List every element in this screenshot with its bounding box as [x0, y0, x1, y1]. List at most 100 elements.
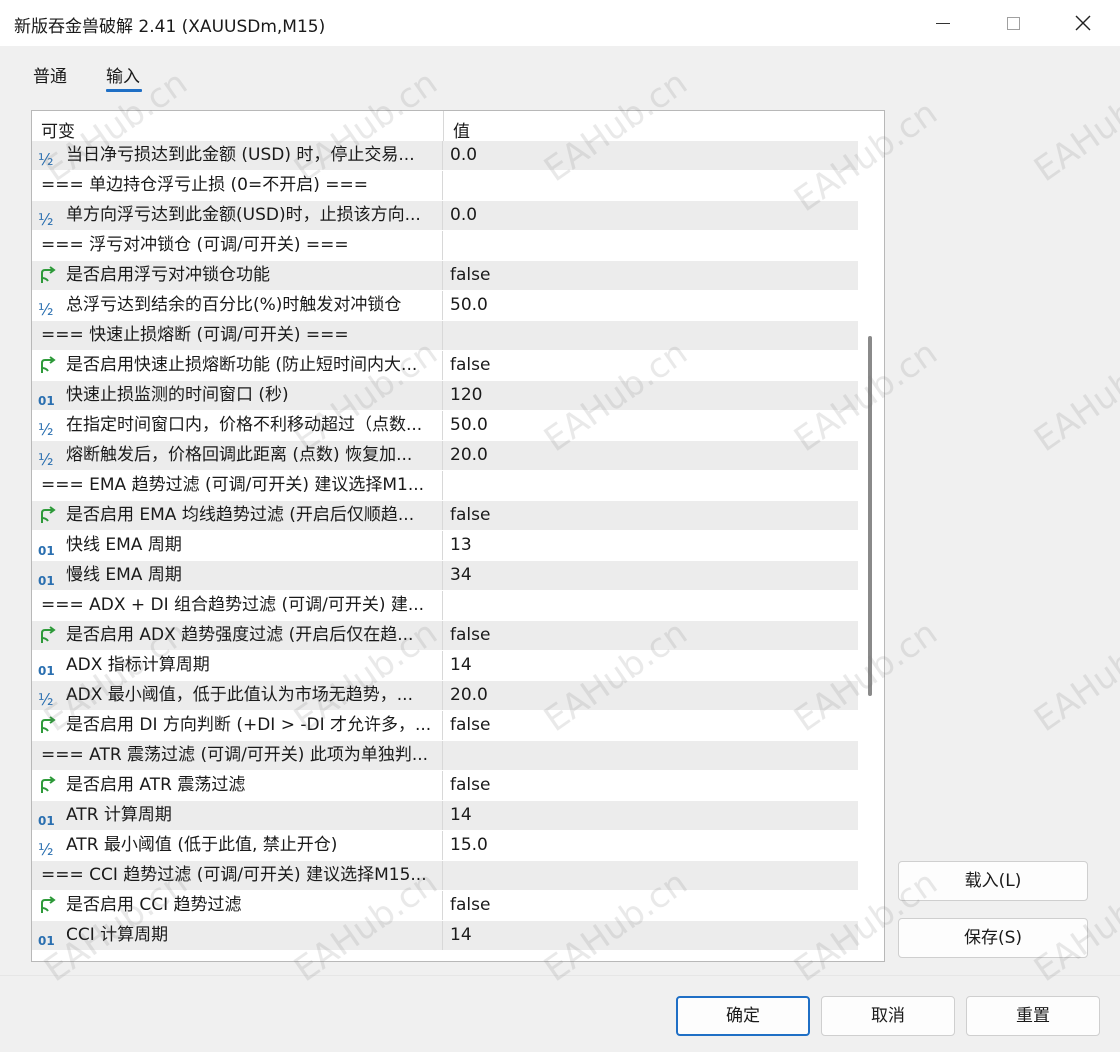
parameter-name-cell: 01 快线 EMA 周期 — [32, 531, 443, 560]
parameter-value[interactable]: 14 — [450, 651, 472, 680]
tab-inputs[interactable]: 输入 — [106, 62, 140, 87]
grid-row[interactable]: 是否启用 ATR 震荡过滤 false — [32, 771, 858, 801]
boolean-icon — [38, 716, 58, 736]
parameter-name: 熔断触发后，价格回调此距离 (点数) 恢复加... — [66, 445, 413, 465]
parameter-value[interactable]: 13 — [450, 531, 472, 560]
active-tab-indicator — [106, 89, 142, 92]
grid-section-row[interactable]: === 浮亏对冲锁仓 (可调/可开关) === — [32, 231, 858, 261]
parameter-name: 是否启用 CCI 趋势过滤 — [66, 895, 242, 915]
parameter-name-cell: ½ 熔断触发后，价格回调此距离 (点数) 恢复加... — [32, 441, 443, 470]
grid-row[interactable]: 是否启用 ADX 趋势强度过滤 (开启后仅在趋... false — [32, 621, 858, 651]
window-title: 新版吞金兽破解 2.41 (XAUUSDm,M15) — [14, 17, 326, 37]
parameter-value[interactable]: 34 — [450, 561, 472, 590]
parameter-name: 是否启用 EMA 均线趋势过滤 (开启后仅顺趋... — [66, 505, 415, 525]
parameter-value[interactable]: false — [450, 711, 490, 740]
parameter-name-cell: 01 ATR 计算周期 — [32, 801, 443, 830]
parameter-name: 总浮亏达到结余的百分比(%)时触发对冲锁仓 — [66, 295, 402, 315]
parameter-name-cell: ½ 总浮亏达到结余的百分比(%)时触发对冲锁仓 — [32, 291, 443, 320]
parameter-name-cell: 是否启用 ADX 趋势强度过滤 (开启后仅在趋... — [32, 621, 443, 650]
grid-row[interactable]: 是否启用 EMA 均线趋势过滤 (开启后仅顺趋... false — [32, 501, 858, 531]
grid-section-row[interactable]: === EMA 趋势过滤 (可调/可开关) 建议选择M1... — [32, 471, 858, 501]
watermark-text: EAHub.cn — [1027, 612, 1120, 740]
parameter-name-cell: 是否启用 DI 方向判断 (+DI > -DI 才允许多，... — [32, 711, 443, 740]
parameter-value[interactable]: false — [450, 771, 490, 800]
parameter-value[interactable]: 14 — [450, 801, 472, 830]
parameter-value[interactable]: false — [450, 621, 490, 650]
load-button[interactable]: 载入(L) — [898, 861, 1088, 901]
parameter-name: 单方向浮亏达到此金额(USD)时，止损该方向... — [66, 205, 421, 225]
cancel-button[interactable]: 取消 — [821, 996, 955, 1036]
fraction-icon: ½ — [38, 450, 54, 469]
grid-row[interactable]: 01 CCI 计算周期 14 — [32, 921, 858, 951]
column-header-value[interactable]: 值 — [453, 117, 470, 142]
grid-row[interactable]: 01 慢线 EMA 周期 34 — [32, 561, 858, 591]
parameter-name: ATR 最小阈值 (低于此值, 禁止开仓) — [66, 835, 338, 855]
parameter-name-cell: 01 慢线 EMA 周期 — [32, 561, 443, 590]
grid-row[interactable]: ½ ATR 最小阈值 (低于此值, 禁止开仓) 15.0 — [32, 831, 858, 861]
parameter-name-cell: === 单边持仓浮亏止损 (0=不开启) === — [32, 171, 443, 200]
scrollbar-thumb[interactable] — [868, 336, 872, 696]
grid-section-row[interactable]: === ATR 震荡过滤 (可调/可开关) 此项为单独判... — [32, 741, 858, 771]
parameter-name: 是否启用快速止损熔断功能 (防止短时间内大... — [66, 355, 418, 375]
close-button[interactable] — [1048, 0, 1118, 46]
grid-row[interactable]: 01 快线 EMA 周期 13 — [32, 531, 858, 561]
grid-row[interactable]: ½ 单方向浮亏达到此金额(USD)时，止损该方向... 0.0 — [32, 201, 858, 231]
grid-section-row[interactable]: === CCI 趋势过滤 (可调/可开关) 建议选择M15... — [32, 861, 858, 891]
parameters-grid: 可变 值 ½ 当日净亏损达到此金额 (USD) 时，停止交易... 0.0 === 单… — [31, 110, 885, 962]
tab-bar: 普通 输入 — [0, 46, 1120, 94]
grid-row[interactable]: 01 ADX 指标计算周期 14 — [32, 651, 858, 681]
grid-row[interactable]: 01 ATR 计算周期 14 — [32, 801, 858, 831]
grid-rows: ½ 当日净亏损达到此金额 (USD) 时，停止交易... 0.0 === 单边持仓浮亏… — [32, 141, 858, 951]
parameter-name-cell: ½ 在指定时间窗口内，价格不利移动超过（点数... — [32, 411, 443, 440]
parameter-value[interactable]: 14 — [450, 921, 472, 950]
grid-section-row[interactable]: === ADX + DI 组合趋势过滤 (可调/可开关) 建... — [32, 591, 858, 621]
grid-row[interactable]: 是否启用快速止损熔断功能 (防止短时间内大... false — [32, 351, 858, 381]
parameter-name-cell: ½ 单方向浮亏达到此金额(USD)时，止损该方向... — [32, 201, 443, 230]
parameter-value[interactable]: 50.0 — [450, 291, 488, 320]
parameter-name: 在指定时间窗口内，价格不利移动超过（点数... — [66, 415, 423, 435]
grid-row[interactable]: ½ 在指定时间窗口内，价格不利移动超过（点数... 50.0 — [32, 411, 858, 441]
close-icon — [1075, 15, 1091, 31]
ok-button[interactable]: 确定 — [676, 996, 810, 1036]
parameter-value[interactable]: 120 — [450, 381, 482, 410]
grid-row[interactable]: 是否启用 CCI 趋势过滤 false — [32, 891, 858, 921]
grid-section-row[interactable]: === 快速止损熔断 (可调/可开关) === — [32, 321, 858, 351]
column-divider[interactable] — [443, 111, 444, 141]
boolean-icon — [38, 776, 58, 796]
parameter-name: 是否启用 DI 方向判断 (+DI > -DI 才允许多，... — [66, 715, 432, 735]
parameter-name: === ATR 震荡过滤 (可调/可开关) 此项为单独判... — [41, 745, 429, 765]
column-header-variable[interactable]: 可变 — [41, 117, 75, 142]
parameter-value[interactable]: false — [450, 891, 490, 920]
parameter-value[interactable]: 50.0 — [450, 411, 488, 440]
grid-row[interactable]: 01 快速止损监测的时间窗口 (秒) 120 — [32, 381, 858, 411]
parameter-value[interactable]: 0.0 — [450, 201, 477, 230]
grid-row[interactable]: 是否启用 DI 方向判断 (+DI > -DI 才允许多，... false — [32, 711, 858, 741]
fraction-icon: ½ — [38, 300, 54, 319]
tab-common[interactable]: 普通 — [33, 62, 67, 87]
grid-section-row[interactable]: === 单边持仓浮亏止损 (0=不开启) === — [32, 171, 858, 201]
vertical-scrollbar[interactable] — [858, 111, 884, 961]
grid-row[interactable]: 是否启用浮亏对冲锁仓功能 false — [32, 261, 858, 291]
parameter-value[interactable]: 0.0 — [450, 141, 477, 170]
parameter-name-cell: 是否启用 ATR 震荡过滤 — [32, 771, 443, 800]
parameter-value[interactable]: false — [450, 501, 490, 530]
parameter-value[interactable]: 20.0 — [450, 681, 488, 710]
parameter-value[interactable]: false — [450, 261, 490, 290]
save-button[interactable]: 保存(S) — [898, 918, 1088, 958]
parameter-name-cell: === ADX + DI 组合趋势过滤 (可调/可开关) 建... — [32, 591, 443, 620]
parameter-name: === ADX + DI 组合趋势过滤 (可调/可开关) 建... — [41, 595, 425, 615]
reset-button[interactable]: 重置 — [966, 996, 1100, 1036]
grid-row[interactable]: ½ 当日净亏损达到此金额 (USD) 时，停止交易... 0.0 — [32, 141, 858, 171]
parameter-value[interactable]: false — [450, 351, 490, 380]
parameter-name-cell: === EMA 趋势过滤 (可调/可开关) 建议选择M1... — [32, 471, 443, 500]
parameter-value[interactable]: 15.0 — [450, 831, 488, 860]
grid-row[interactable]: ½ 总浮亏达到结余的百分比(%)时触发对冲锁仓 50.0 — [32, 291, 858, 321]
parameter-value[interactable]: 20.0 — [450, 441, 488, 470]
grid-row[interactable]: ½ ADX 最小阈值，低于此值认为市场无趋势，... 20.0 — [32, 681, 858, 711]
maximize-button[interactable] — [978, 0, 1048, 46]
parameter-name-cell: === CCI 趋势过滤 (可调/可开关) 建议选择M15... — [32, 861, 443, 890]
minimize-button[interactable] — [908, 0, 978, 46]
grid-row[interactable]: ½ 熔断触发后，价格回调此距离 (点数) 恢复加... 20.0 — [32, 441, 858, 471]
parameter-name: 是否启用 ATR 震荡过滤 — [66, 775, 246, 795]
parameter-name-cell: 01 ADX 指标计算周期 — [32, 651, 443, 680]
